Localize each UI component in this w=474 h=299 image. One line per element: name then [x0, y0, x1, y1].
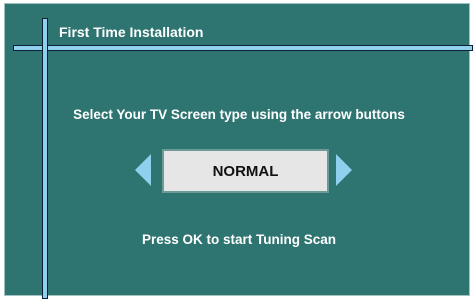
vertical-decor-bar — [42, 18, 48, 299]
page-title: First Time Installation — [59, 24, 204, 40]
tuning-hint: Press OK to start Tuning Scan — [141, 232, 337, 247]
instruction-text: Select Your TV Screen type using the arr… — [73, 107, 405, 122]
screen-type-value: NORMAL — [212, 162, 279, 180]
horizontal-decor-bar — [13, 45, 473, 51]
arrow-left-icon[interactable] — [135, 154, 151, 186]
installation-screen: First Time Installation Select Your TV S… — [4, 3, 473, 299]
arrow-right-icon[interactable] — [336, 154, 352, 186]
screen-type-selector[interactable]: NORMAL — [162, 149, 329, 193]
